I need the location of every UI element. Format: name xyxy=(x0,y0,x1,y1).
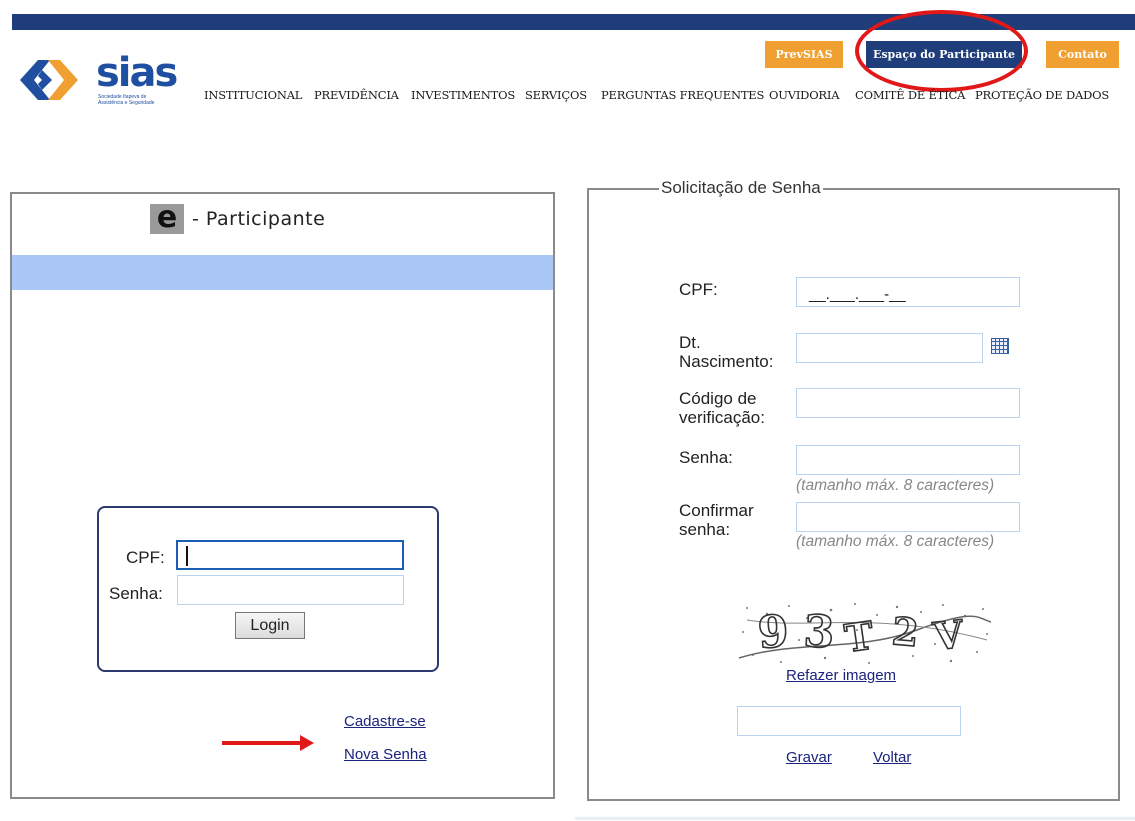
codigo-label-line2: verificação: xyxy=(679,408,765,427)
refazer-imagem-link[interactable]: Refazer imagem xyxy=(786,667,896,684)
login-box: CPF: Senha: Login xyxy=(97,506,439,672)
nav-comite-etica[interactable]: COMITÊ DE ÉTICA xyxy=(855,88,965,102)
nav-investimentos[interactable]: INVESTIMENTOS xyxy=(411,88,515,102)
e-participante-logo-letter: e xyxy=(156,200,178,235)
nav-previdencia[interactable]: PREVIDÊNCIA xyxy=(314,88,399,102)
captcha-char: 3 xyxy=(802,606,835,659)
captcha-noise-icon: 93T2V xyxy=(738,603,992,664)
voltar-link[interactable]: Voltar xyxy=(873,749,911,766)
sias-logo-icon xyxy=(20,60,78,100)
dt-nascimento-input[interactable] xyxy=(796,333,983,363)
espaco-participante-button[interactable]: Espaço do Participante xyxy=(866,41,1022,68)
gravar-link[interactable]: Gravar xyxy=(786,749,832,766)
nav-ouvidoria[interactable]: OUVIDORIA xyxy=(769,88,840,102)
cadastre-se-link[interactable]: Cadastre-se xyxy=(344,713,426,730)
login-senha-label: Senha: xyxy=(109,584,163,603)
login-button[interactable]: Login xyxy=(235,612,305,639)
confirmar-senha-label: Confirmar senha: xyxy=(679,501,754,539)
captcha-char: 9 xyxy=(756,606,790,659)
header-band xyxy=(12,255,553,290)
captcha-char: 2 xyxy=(890,608,920,655)
captcha-char: T xyxy=(842,612,876,660)
confirmar-label-line1: Confirmar xyxy=(679,501,754,520)
nav-servicos[interactable]: SERVIÇOS xyxy=(525,88,587,102)
login-cpf-label: CPF: xyxy=(126,548,165,567)
red-arrow-shaft xyxy=(222,741,302,745)
e-participante-title-text: - Participante xyxy=(192,208,326,230)
calendar-icon[interactable] xyxy=(991,338,1009,354)
cpf-label: CPF: xyxy=(679,280,718,299)
logo-word: sias xyxy=(96,50,178,96)
senha-input[interactable] xyxy=(796,445,1020,475)
nav-institucional[interactable]: INSTITUCIONAL xyxy=(204,88,302,102)
e-participante-panel: e - Participante CPF: Senha: Login Cadas… xyxy=(10,192,555,799)
login-senha-input[interactable] xyxy=(177,575,404,605)
login-cpf-input[interactable] xyxy=(176,540,404,570)
text-caret xyxy=(186,546,188,566)
sias-logo[interactable]: sias Sociedade Itapeva de Assistência e … xyxy=(16,50,178,108)
dt-nascimento-label: Dt. Nascimento: xyxy=(679,333,773,371)
logo-tagline: Sociedade Itapeva de Assistência e Segur… xyxy=(98,94,155,106)
nova-senha-link[interactable]: Nova Senha xyxy=(344,746,427,763)
dt-label-line1: Dt. xyxy=(679,333,701,352)
dt-label-line2: Nascimento: xyxy=(679,352,774,371)
confirmar-label-line2: senha: xyxy=(679,520,731,539)
prevsias-button[interactable]: PrevSIAS xyxy=(765,41,843,68)
senha-label: Senha: xyxy=(679,448,733,467)
captcha-char: V xyxy=(930,611,967,659)
contato-button[interactable]: Contato xyxy=(1046,41,1119,68)
senha-hint: (tamanho máx. 8 caracteres) xyxy=(796,477,995,494)
captcha-answer-input[interactable] xyxy=(737,706,961,736)
red-arrow-icon xyxy=(300,735,314,751)
codigo-verificacao-label: Código de verificação: xyxy=(679,389,765,427)
fieldset-legend: Solicitação de Senha xyxy=(659,178,823,198)
cpf-input[interactable]: __.___.___-__ xyxy=(796,277,1020,307)
codigo-label-line1: Código de xyxy=(679,389,757,408)
top-color-bar xyxy=(12,14,1135,30)
nav-protecao-dados[interactable]: PROTEÇÃO DE DADOS xyxy=(975,88,1109,102)
codigo-verificacao-input[interactable] xyxy=(796,388,1020,418)
solicitacao-senha-fieldset: Solicitação de Senha CPF: __.___.___-__ … xyxy=(587,178,1120,801)
confirmar-senha-hint: (tamanho máx. 8 caracteres) xyxy=(796,533,995,550)
captcha-image: 93T2V xyxy=(737,600,992,668)
confirmar-senha-input[interactable] xyxy=(796,502,1020,532)
nav-perguntas-frequentes[interactable]: PERGUNTAS FREQUENTES xyxy=(601,88,764,102)
page-bottom-line xyxy=(575,817,1135,820)
